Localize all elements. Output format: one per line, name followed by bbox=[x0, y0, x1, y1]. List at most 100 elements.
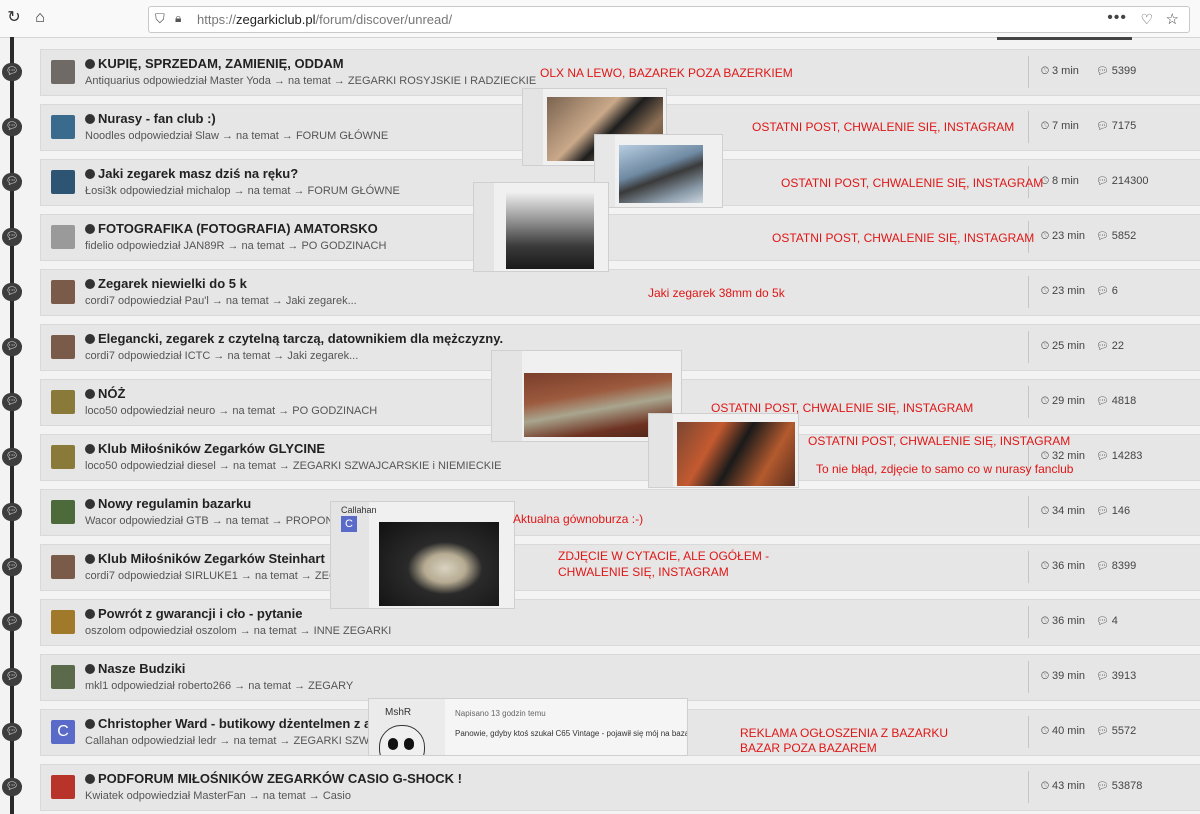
topic-title[interactable]: FOTOGRAFIKA (FOTOGRAFIA) AMATORSKO bbox=[85, 221, 378, 236]
topic-meta: fidelio odpowiedział JAN89R → na temat →… bbox=[85, 240, 387, 252]
reply-count: 💬︎ 3913 bbox=[1096, 670, 1137, 682]
topic-title[interactable]: KUPIĘ, SPRZEDAM, ZAMIENIĘ, ODDAM bbox=[85, 56, 344, 71]
topic-meta: Kwiatek odpowiedział MasterFan → na tema… bbox=[85, 790, 351, 802]
url-bar[interactable]: ⛉ 🔒︎ https://zegarkiclub.pl/forum/discov… bbox=[148, 6, 1190, 33]
avatar[interactable]: C bbox=[51, 720, 75, 744]
comment-icon: 💬︎ bbox=[1096, 341, 1109, 352]
topic-meta: cordi7 odpowiedział ICTC → na temat → Ja… bbox=[85, 350, 359, 362]
comment-bubble-icon: 💬︎ bbox=[2, 173, 22, 191]
clock-icon: 🕓︎ bbox=[1041, 561, 1049, 572]
topic-title[interactable]: Klub Miłośników Zegarków Steinhart bbox=[85, 551, 325, 566]
clock-icon: 🕓︎ bbox=[1041, 726, 1049, 737]
unread-dot-icon bbox=[85, 609, 95, 619]
reply-count: 💬︎ 22 bbox=[1096, 340, 1125, 352]
avatar[interactable] bbox=[51, 60, 75, 84]
reply-count: 💬︎ 14283 bbox=[1096, 450, 1143, 462]
annotation-note: OSTATNI POST, CHWALENIE SIĘ, INSTAGRAM bbox=[711, 401, 974, 415]
topic-row[interactable]: Powrót z gwarancji i cło - pytanie oszolo… bbox=[40, 599, 1200, 646]
unread-dot-icon bbox=[85, 224, 95, 234]
overlay-screenshot-5 bbox=[648, 413, 799, 488]
topic-meta: Wacor odpowiedział GTB → na temat → PROP… bbox=[85, 515, 342, 527]
topic-title[interactable]: Klub Miłośników Zegarków GLYCINE bbox=[85, 441, 325, 456]
avatar[interactable] bbox=[51, 445, 75, 469]
topic-title[interactable]: Zegarek niewielki do 5 k bbox=[85, 276, 247, 291]
avatar[interactable] bbox=[51, 335, 75, 359]
avatar[interactable] bbox=[51, 610, 75, 634]
topic-row[interactable]: Zegarek niewielki do 5 k cordi7 odpowiedz… bbox=[40, 269, 1200, 316]
avatar[interactable] bbox=[51, 390, 75, 414]
comment-bubble-icon: 💬︎ bbox=[2, 448, 22, 466]
topic-title[interactable]: PODFORUM MIŁOŚNIKÓW ZEGARKÓW CASIO G-SHO… bbox=[85, 771, 462, 786]
divider bbox=[1028, 111, 1029, 143]
topic-title[interactable]: Nowy regulamin bazarku bbox=[85, 496, 251, 511]
topic-title[interactable]: Jaki zegarek masz dziś na ręku? bbox=[85, 166, 298, 181]
topic-row[interactable]: Nasze Budziki mkl1 odpowiedział roberto26… bbox=[40, 654, 1200, 701]
reload-icon[interactable]: ↻ bbox=[4, 8, 24, 28]
topic-meta: mkl1 odpowiedział roberto266 → na temat … bbox=[85, 680, 354, 692]
avatar[interactable] bbox=[51, 555, 75, 579]
comment-icon: 💬︎ bbox=[1096, 286, 1109, 297]
more-icon[interactable]: ••• bbox=[1107, 9, 1127, 27]
topic-title[interactable]: Nurasy - fan club :) bbox=[85, 111, 216, 126]
annotation-note: OSTATNI POST, CHWALENIE SIĘ, INSTAGRAM bbox=[752, 120, 1015, 134]
annotation-note: OSTATNI POST, CHWALENIE SIĘ, INSTAGRAM bbox=[772, 231, 1035, 245]
topic-meta: cordi7 odpowiedział SIRLUKE1 → na temat … bbox=[85, 570, 338, 582]
last-reply-time: 🕓︎ 39 min bbox=[1041, 670, 1086, 682]
avatar[interactable] bbox=[51, 115, 75, 139]
annotation-note: OLX NA LEWO, BAZAREK POZA BAZERKIEM bbox=[540, 66, 793, 80]
divider bbox=[1028, 771, 1029, 803]
annotation-note: Aktualna gównoburza :-) bbox=[513, 512, 644, 526]
divider bbox=[1028, 496, 1029, 528]
comment-bubble-icon: 💬︎ bbox=[2, 118, 22, 136]
topic-title[interactable]: Christopher Ward - butikowy dżentelmen z… bbox=[85, 716, 371, 731]
comment-bubble-icon: 💬︎ bbox=[2, 393, 22, 411]
overlay-avatar: C bbox=[341, 516, 357, 532]
avatar[interactable] bbox=[51, 665, 75, 689]
avatar[interactable] bbox=[51, 500, 75, 524]
divider bbox=[1028, 551, 1029, 583]
topic-title[interactable]: Elegancki, zegarek z czytelną tarczą, da… bbox=[85, 331, 503, 346]
home-icon[interactable]: ⌂ bbox=[30, 8, 50, 28]
last-reply-time: 🕓︎ 8 min bbox=[1041, 175, 1079, 187]
clock-icon: 🕓︎ bbox=[1041, 616, 1049, 627]
pocket-icon[interactable]: ♡ bbox=[1140, 11, 1153, 28]
divider bbox=[1028, 56, 1029, 88]
shield-icon[interactable]: ⛉ bbox=[155, 11, 165, 27]
comment-bubble-icon: 💬︎ bbox=[2, 668, 22, 686]
comment-icon: 💬︎ bbox=[1096, 671, 1109, 682]
lock-icon[interactable]: 🔒︎ bbox=[175, 11, 181, 26]
comment-bubble-icon: 💬︎ bbox=[2, 723, 22, 741]
topic-title[interactable]: Nasze Budziki bbox=[85, 661, 185, 676]
last-reply-time: 🕓︎ 32 min bbox=[1041, 450, 1086, 462]
topic-meta: cordi7 odpowiedział Pau'l → na temat → J… bbox=[85, 295, 357, 307]
annotation-note: Jaki zegarek 38mm do 5k bbox=[648, 286, 785, 300]
topic-meta: Antiquarius odpowiedział Master Yoda → n… bbox=[85, 75, 537, 87]
url-text[interactable]: https://zegarkiclub.pl/forum/discover/un… bbox=[197, 12, 452, 27]
reply-count: 💬︎ 5399 bbox=[1096, 65, 1137, 77]
unread-dot-icon bbox=[85, 114, 95, 124]
overlay-screenshot-3 bbox=[473, 182, 609, 272]
topic-row[interactable]: PODFORUM MIŁOŚNIKÓW ZEGARKÓW CASIO G-SHO… bbox=[40, 764, 1200, 811]
comment-bubble-icon: 💬︎ bbox=[2, 63, 22, 81]
last-reply-time: 🕓︎ 7 min bbox=[1041, 120, 1079, 132]
avatar[interactable] bbox=[51, 225, 75, 249]
clock-icon: 🕓︎ bbox=[1041, 66, 1049, 77]
topic-title[interactable]: Powrót z gwarancji i cło - pytanie bbox=[85, 606, 302, 621]
avatar[interactable] bbox=[51, 170, 75, 194]
divider bbox=[1028, 661, 1029, 693]
avatar[interactable] bbox=[51, 775, 75, 799]
reply-count: 💬︎ 6 bbox=[1096, 285, 1118, 297]
overlay-username: Callahan bbox=[341, 505, 377, 515]
clock-icon: 🕓︎ bbox=[1041, 396, 1049, 407]
browser-toolbar: ↻ ⌂ ⛉ 🔒︎ https://zegarkiclub.pl/forum/di… bbox=[0, 0, 1200, 38]
topic-title[interactable]: NÓŻ bbox=[85, 386, 125, 401]
reply-count: 💬︎ 214300 bbox=[1096, 175, 1149, 187]
clock-icon: 🕓︎ bbox=[1041, 341, 1049, 352]
star-icon[interactable]: ☆ bbox=[1166, 10, 1179, 28]
unread-dot-icon bbox=[85, 279, 95, 289]
last-reply-time: 🕓︎ 29 min bbox=[1041, 395, 1086, 407]
avatar[interactable] bbox=[51, 280, 75, 304]
unread-dot-icon bbox=[85, 499, 95, 509]
topic-meta: oszolom odpowiedział oszolom → na temat … bbox=[85, 625, 392, 637]
unread-dot-icon bbox=[85, 389, 95, 399]
